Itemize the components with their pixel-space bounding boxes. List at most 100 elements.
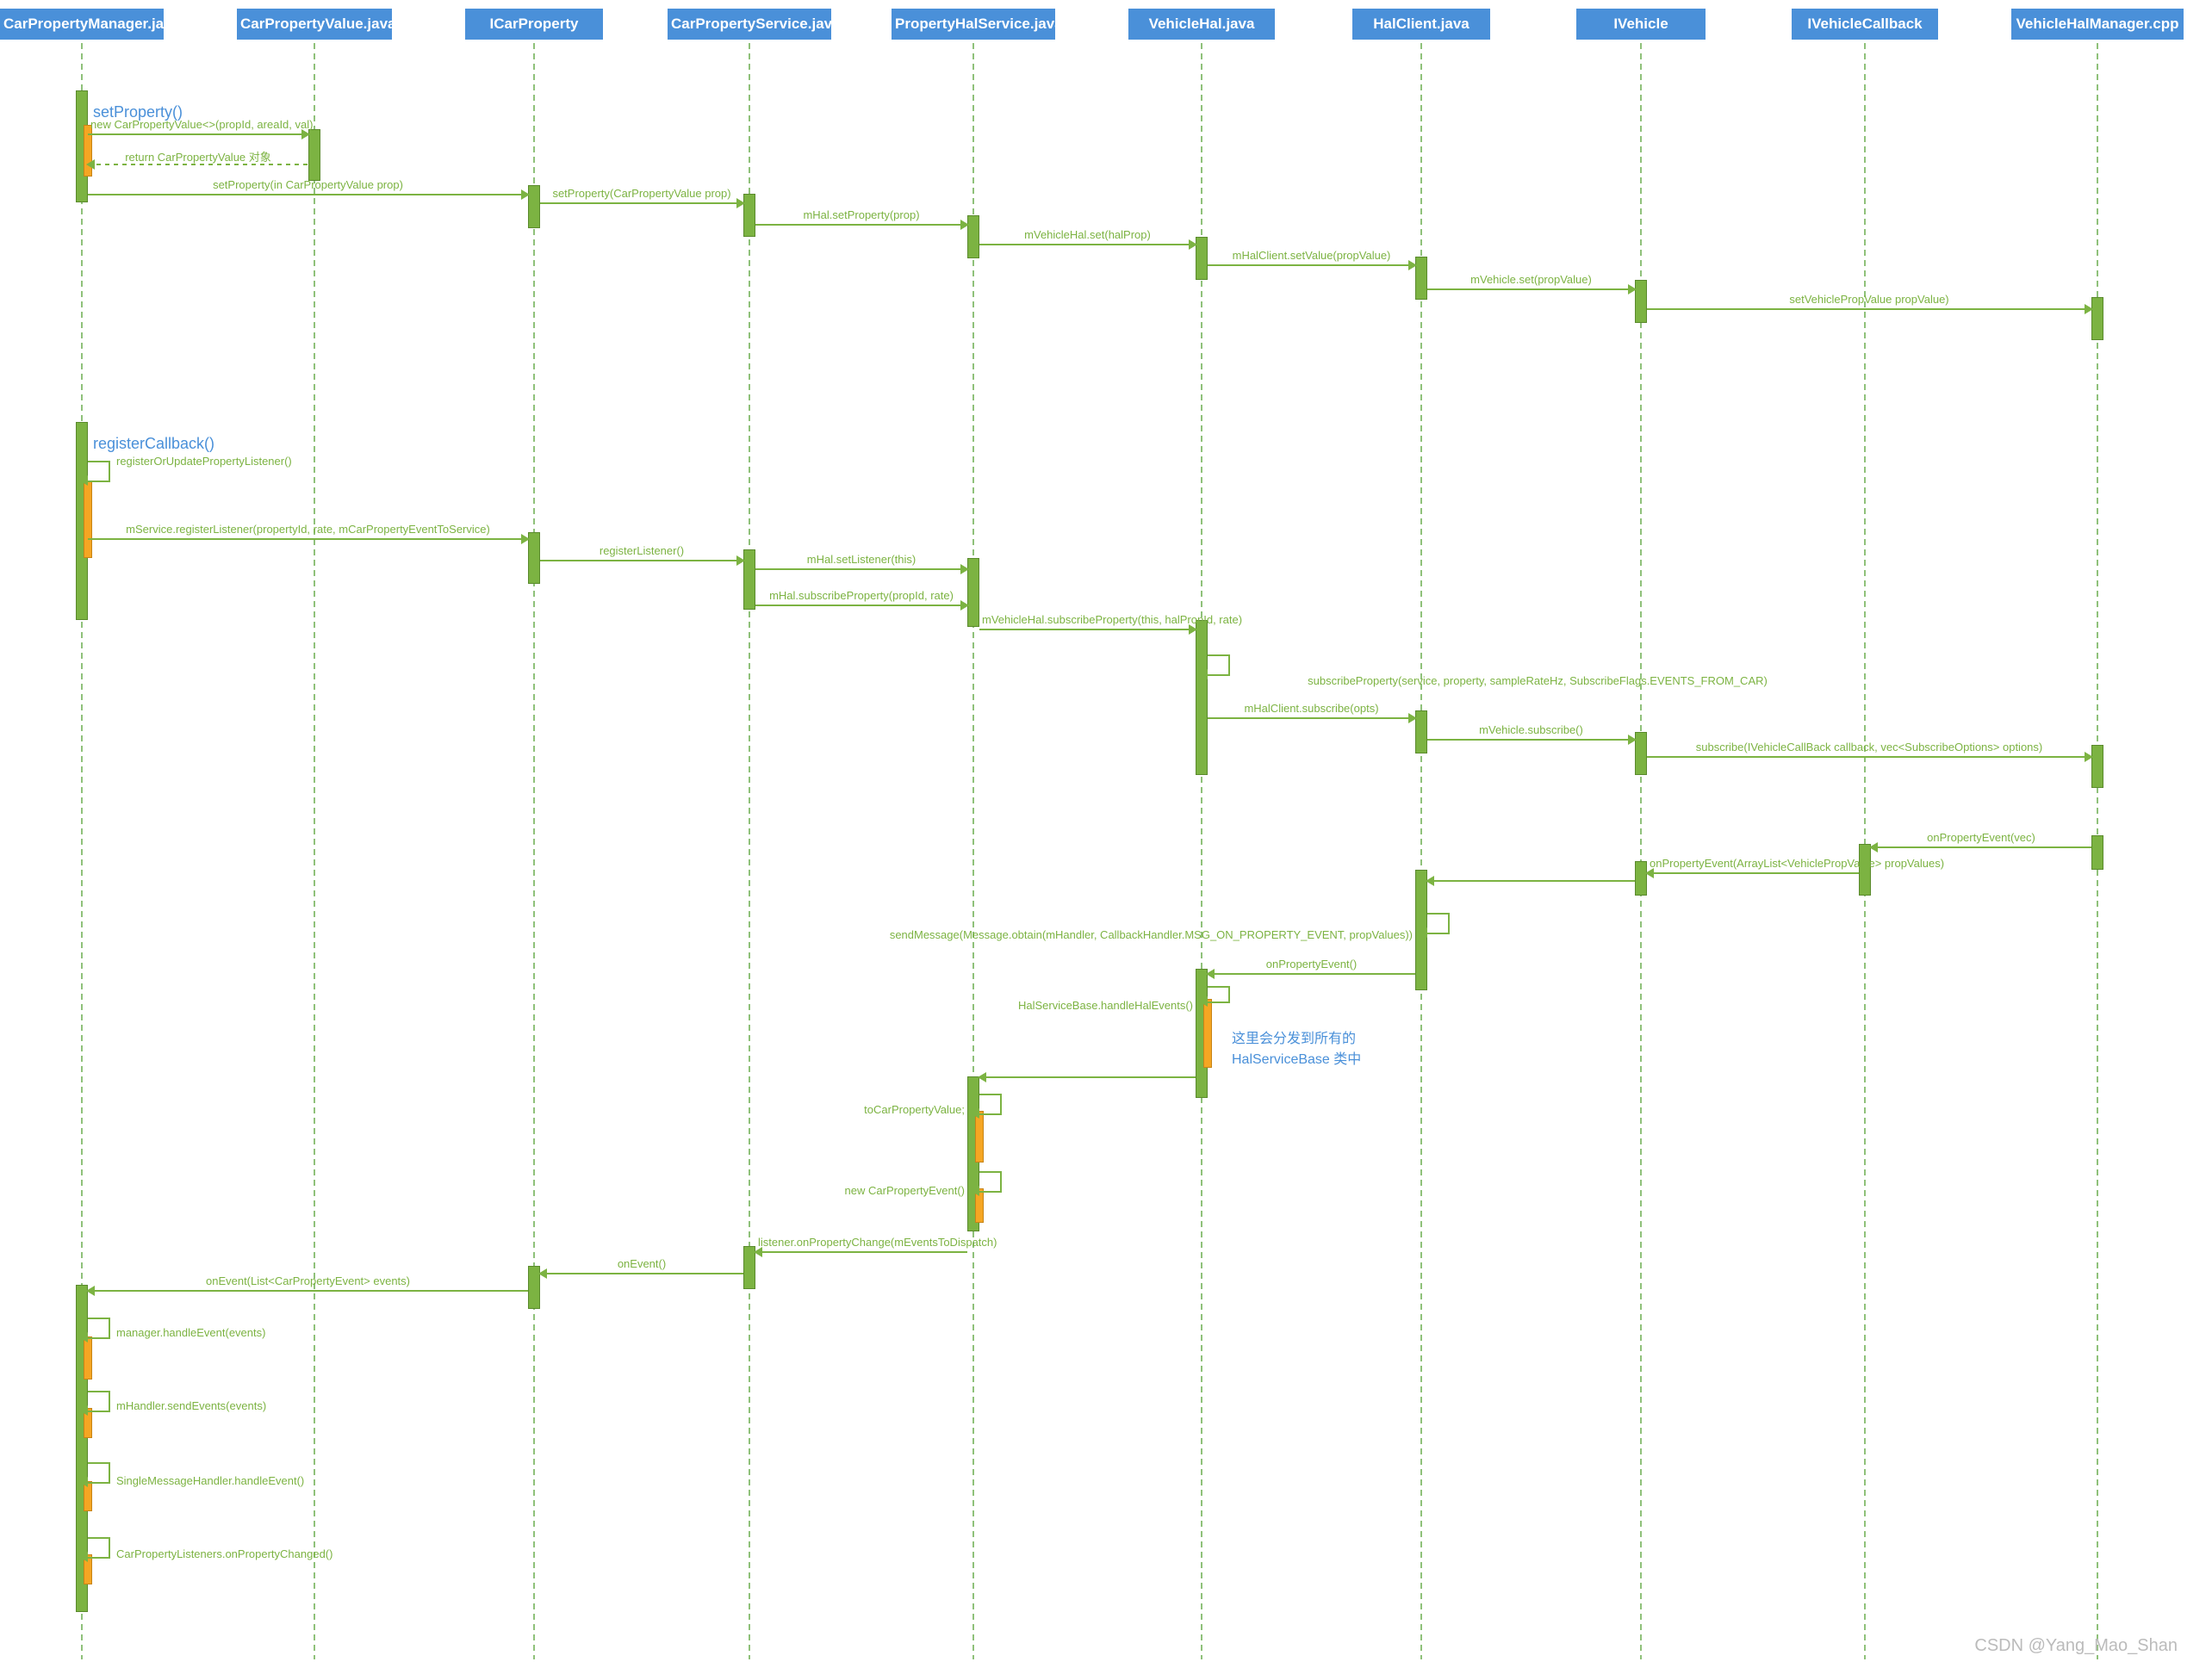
self-call-label-7: mHandler.sendEvents(events) <box>116 1399 266 1412</box>
message-label-10: registerListener() <box>543 544 741 557</box>
activation-l5-15 <box>1196 620 1208 775</box>
activation-l4-14 <box>967 558 979 627</box>
lifeline-header-l0: CarPropertyManager.java <box>0 9 164 40</box>
self-call-label-2: sendMessage(Message.obtain(mHandler, Cal… <box>810 928 1413 941</box>
lifeline-line-l1 <box>314 43 315 1659</box>
message-label-17: onPropertyEvent(vec) <box>1873 831 2089 844</box>
activation-l0-31 <box>84 1336 92 1380</box>
message-label-18: onPropertyEvent(ArrayList<VehiclePropVal… <box>1650 857 1856 870</box>
activation-l6-16 <box>1415 710 1427 753</box>
message-arrow-5 <box>979 244 1196 245</box>
activation-l1-2 <box>308 129 320 181</box>
activation-l6-7 <box>1415 257 1427 300</box>
lifeline-header-l3: CarPropertyService.java <box>668 9 831 40</box>
note-label-0: 这里会分发到所有的 <box>1232 1026 1356 1047</box>
self-call-7 <box>88 1391 110 1412</box>
message-arrow-3 <box>540 202 743 204</box>
lifeline-line-l4 <box>972 43 974 1659</box>
note-label-1: HalServiceBase 类中 <box>1232 1047 1361 1068</box>
self-call-6 <box>88 1318 110 1339</box>
self-call-3 <box>1208 986 1230 1003</box>
message-label-22: listener.onPropertyChange(mEventsToDispa… <box>758 1236 965 1249</box>
message-arrow-11 <box>755 568 967 570</box>
lifeline-header-l8: IVehicleCallback <box>1792 9 1938 40</box>
message-arrow-23 <box>540 1273 743 1274</box>
message-label-13: mVehicleHal.subscribeProperty(this, halP… <box>982 613 1193 626</box>
message-arrow-8 <box>1647 308 2091 310</box>
message-label-1: return CarPropertyValue 对象 <box>90 148 306 164</box>
self-call-0 <box>88 461 110 482</box>
lifeline-line-l5 <box>1201 43 1202 1659</box>
message-arrow-2 <box>88 194 528 195</box>
message-arrow-10 <box>540 560 743 561</box>
activation-l9-18 <box>2091 745 2103 788</box>
self-call-label-1: subscribeProperty(service, property, sam… <box>1236 674 1839 687</box>
self-call-label-6: manager.handleEvent(events) <box>116 1326 265 1339</box>
message-arrow-9 <box>88 538 528 540</box>
message-label-7: mVehicle.set(propValue) <box>1430 273 1632 286</box>
lifeline-header-l5: VehicleHal.java <box>1128 9 1275 40</box>
lifeline-header-l2: ICarProperty <box>465 9 603 40</box>
message-label-20: onPropertyEvent() <box>1210 958 1413 970</box>
message-arrow-15 <box>1427 739 1635 741</box>
message-arrow-6 <box>1208 264 1415 266</box>
message-arrow-18 <box>1647 872 1859 874</box>
self-call-4 <box>979 1094 1002 1115</box>
activation-l5-6 <box>1196 237 1208 280</box>
message-arrow-0 <box>88 133 308 135</box>
self-call-label-4: toCarPropertyValue; <box>864 1103 965 1116</box>
message-label-3: setProperty(CarPropertyValue prop) <box>543 187 741 200</box>
message-label-8: setVehiclePropValue propValue) <box>1650 293 2089 306</box>
section-label-1: registerCallback() <box>93 435 214 453</box>
activation-l2-3 <box>528 185 540 228</box>
message-arrow-12 <box>755 605 967 606</box>
activation-l7-21 <box>1635 861 1647 896</box>
message-arrow-20 <box>1208 973 1415 975</box>
message-arrow-13 <box>979 629 1196 630</box>
message-arrow-4 <box>755 224 967 226</box>
message-label-16: subscribe(IVehicleCallBack callback, vec… <box>1650 741 2089 753</box>
self-call-label-5: new CarPropertyEvent() <box>845 1184 965 1197</box>
lifeline-header-l7: IVehicle <box>1576 9 1706 40</box>
section-label-0: setProperty() <box>93 103 183 121</box>
activation-l9-9 <box>2091 297 2103 340</box>
self-call-2 <box>1427 913 1450 934</box>
message-label-23: onEvent() <box>543 1257 741 1270</box>
message-arrow-16 <box>1647 756 2091 758</box>
message-arrow-7 <box>1427 288 1635 290</box>
message-arrow-17 <box>1871 846 2091 848</box>
self-call-5 <box>979 1171 1002 1193</box>
self-call-8 <box>88 1462 110 1484</box>
lifeline-line-l2 <box>533 43 535 1659</box>
activation-l3-4 <box>743 194 755 237</box>
self-call-label-0: registerOrUpdatePropertyListener() <box>116 455 292 468</box>
lifeline-header-l4: PropertyHalService.java <box>892 9 1055 40</box>
lifeline-header-l6: HalClient.java <box>1352 9 1490 40</box>
activation-l4-26 <box>975 1111 984 1163</box>
lifeline-header-l9: VehicleHalManager.cpp <box>2011 9 2184 40</box>
self-call-label-8: SingleMessageHandler.handleEvent() <box>116 1474 304 1487</box>
message-arrow-24 <box>88 1290 528 1292</box>
message-label-11: mHal.setListener(this) <box>758 553 965 566</box>
activation-l2-12 <box>528 532 540 584</box>
message-label-15: mVehicle.subscribe() <box>1430 723 1632 736</box>
message-arrow-19 <box>1427 880 1635 882</box>
message-label-12: mHal.subscribeProperty(propId, rate) <box>758 589 965 602</box>
activation-l0-11 <box>84 481 92 558</box>
activation-l7-8 <box>1635 280 1647 323</box>
activation-l3-13 <box>743 549 755 610</box>
activation-l5-24 <box>1203 999 1212 1068</box>
self-call-label-9: CarPropertyListeners.onPropertyChanged() <box>116 1547 332 1560</box>
message-label-2: setProperty(in CarPropertyValue prop) <box>90 178 525 191</box>
message-label-6: mHalClient.setValue(propValue) <box>1210 249 1413 262</box>
message-label-9: mService.registerListener(propertyId, ra… <box>90 523 525 536</box>
message-label-5: mVehicleHal.set(halProp) <box>982 228 1193 241</box>
message-arrow-14 <box>1208 717 1415 719</box>
message-label-14: mHalClient.subscribe(opts) <box>1210 702 1413 715</box>
activation-l7-17 <box>1635 732 1647 775</box>
message-label-4: mHal.setProperty(prop) <box>758 208 965 221</box>
message-label-24: onEvent(List<CarPropertyEvent> events) <box>90 1274 525 1287</box>
self-call-1 <box>1208 654 1230 676</box>
sequence-diagram: CarPropertyManager.javaCarPropertyValue.… <box>0 0 2212 1668</box>
activation-l4-5 <box>967 215 979 258</box>
